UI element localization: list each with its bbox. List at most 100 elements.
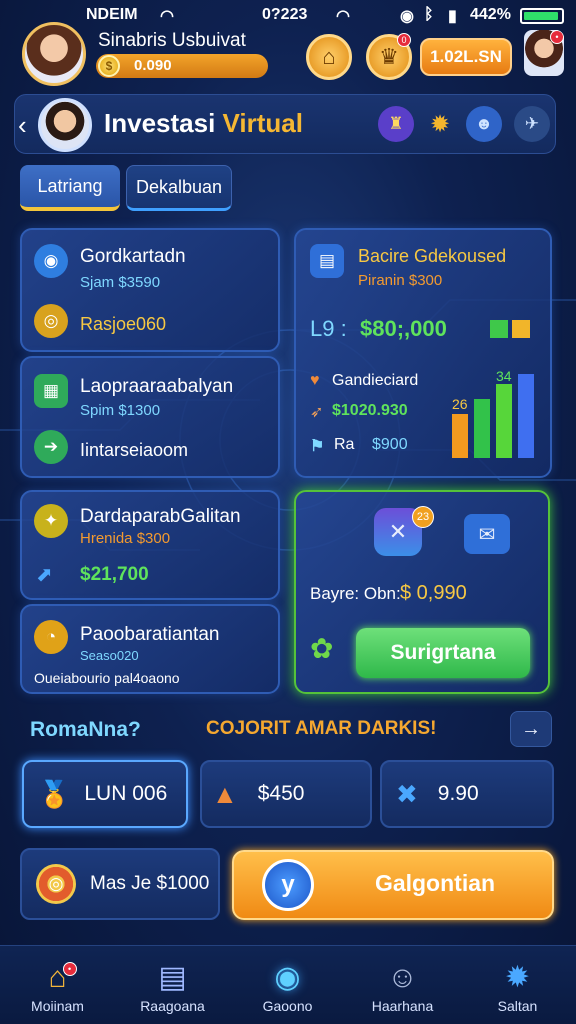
gear-icon: ✹	[429, 110, 451, 138]
section-left-label: RomaNna?	[30, 718, 141, 741]
rewards-button[interactable]: ♛ 0	[366, 33, 412, 80]
document-icon: ▤	[158, 961, 187, 994]
nav-home[interactable]: ⌂ • Moiinam	[0, 946, 115, 1024]
stat-value-3: 9.90	[437, 782, 479, 805]
action-value: $ 0,990	[400, 582, 467, 604]
shop-button[interactable]: ⌂	[306, 34, 352, 80]
nav-settings[interactable]: ✹ Saltan	[460, 946, 575, 1024]
arrow-circle-icon: ➔	[34, 430, 68, 464]
signal-icon: ◠	[336, 8, 350, 25]
investment-card-4[interactable]: ◔ Paoobaratiantan Seaso020 Oueiabourio p…	[20, 604, 280, 694]
investment-card-2[interactable]: ▦ Laopraaraabalyan Spim $1300 ➔ Iintarse…	[20, 356, 280, 478]
target-label: Mas Je $1000	[90, 873, 210, 894]
wrench-icon: ✖	[396, 778, 418, 809]
action-card[interactable]: ✕ 23 ✉ Bayre: Obn: $ 0,990 ✿ Surigrtana	[294, 490, 550, 694]
medal-icon: 🏅	[38, 778, 71, 809]
profile-icon: ☺	[387, 960, 418, 994]
action-label: Bayre: Obn:	[310, 584, 401, 603]
portfolio-title: Bacire Gdekoused	[358, 246, 507, 266]
compass-icon: ◉	[274, 961, 301, 994]
bluetooth-icon: ᛒ	[424, 6, 434, 23]
friend-badge-icon: •	[550, 30, 564, 44]
settings-button[interactable]: ✹	[422, 106, 458, 142]
investment-card-1[interactable]: ◉ Gordkartadn Sjam $3590 ◎ Rasjoe060	[20, 228, 280, 352]
sprout-icon: ✿	[310, 633, 334, 664]
portfolio-bar-chart	[452, 370, 542, 458]
home-badge-icon: •	[62, 961, 77, 976]
card-title: Gordkartadn	[80, 246, 186, 267]
cash-balance-button[interactable]: 1.02L.SN	[420, 38, 512, 76]
nav-label: Gaoono	[262, 997, 313, 1014]
card-subtitle: Spim $1300	[80, 402, 161, 419]
section-arrow-button[interactable]: →	[510, 711, 552, 747]
dashboard-icon: ▤	[310, 244, 344, 278]
clock-label: 0?223	[262, 6, 308, 23]
stat-card-2[interactable]: ▲ $450	[200, 760, 372, 828]
chart-icon: ▲	[212, 778, 238, 809]
nav-report[interactable]: ▤ Raagoana	[115, 946, 230, 1024]
friend-avatar[interactable]: •	[524, 30, 564, 76]
card-detail: Iintarseiaoom	[80, 440, 189, 460]
chart-bar	[518, 374, 534, 458]
tab-latriang[interactable]: Latriang	[20, 165, 120, 211]
legend-yellow-icon	[512, 320, 530, 338]
section-center-label: COJORIT AMAR DARKIS!	[206, 718, 437, 739]
nav-label: Moiinam	[31, 997, 84, 1014]
target-icon: ◎	[36, 864, 76, 904]
row-label-1: Gandieciard	[332, 372, 419, 389]
bank-icon: ⌂	[322, 44, 336, 69]
portfolio-value: $80;,000	[360, 316, 447, 341]
card-subtitle: Hrenida $300	[80, 530, 171, 547]
chart-bar	[452, 414, 468, 458]
share-button[interactable]: ✈	[514, 106, 550, 142]
primary-action-button[interactable]: y Galgontian	[232, 850, 554, 920]
row-label-3: Ra	[334, 436, 355, 453]
stat-value-2: $450	[257, 782, 305, 805]
card-subtitle: Seaso020	[80, 648, 139, 663]
alarm-icon: ◉	[400, 8, 414, 25]
carrier-label: NDEIM	[86, 6, 138, 23]
nav-label: Haarhana	[371, 997, 434, 1014]
chat-button[interactable]: ☻	[466, 106, 502, 142]
stat-value-1: LUN 006	[84, 782, 168, 805]
stat-card-1[interactable]: 🏅 LUN 006	[22, 760, 188, 828]
tab-dekalbuan[interactable]: Dekalbuan	[126, 165, 232, 211]
money-bag-icon: ♜	[388, 114, 404, 133]
chart-bar	[474, 399, 490, 458]
card-title: Paoobaratiantan	[80, 624, 220, 645]
nav-label: Raagoana	[140, 997, 205, 1014]
back-button[interactable]: ‹	[18, 110, 27, 141]
page-title-main: Investasi	[104, 108, 216, 138]
page-title-accent: Virtual	[222, 108, 303, 138]
plane-icon: ✈	[524, 114, 540, 133]
primary-action-label: Galgontian	[374, 870, 496, 896]
home-icon: ⌂ •	[48, 958, 77, 998]
vault-button[interactable]: ♜	[378, 106, 414, 142]
trophy-icon: ♛	[379, 44, 399, 69]
nav-profile[interactable]: ☺ Haarhana	[345, 946, 460, 1024]
cell-signal-icon: ▮	[448, 8, 457, 25]
stat-card-3[interactable]: ✖ 9.90	[380, 760, 554, 828]
globe-icon: ◉	[34, 244, 68, 278]
target-card[interactable]: ◎ Mas Je $1000	[20, 848, 220, 920]
message-icon: ✉	[464, 514, 510, 554]
notification-badge: 0	[397, 33, 411, 47]
card-detail: Rasjoe060	[80, 314, 167, 334]
calculator-icon: ▦	[34, 374, 68, 408]
advisor-avatar[interactable]	[38, 98, 92, 152]
portfolio-card[interactable]: ▤ Bacire Gdekoused Piranin $300 L9 : $80…	[294, 228, 552, 478]
nav-explore[interactable]: ◉ Gaoono	[230, 946, 345, 1024]
legend-green-icon	[490, 320, 508, 338]
submit-button[interactable]: Surigrtana	[356, 628, 530, 678]
status-bar: NDEIM ◠ 0?223 ◠ ◉ ᛒ ▮ 442%	[0, 0, 576, 30]
battery-percent: 442%	[470, 6, 511, 23]
investment-card-3[interactable]: ✦ DardaparabGalitan Hrenida $300 ⬈ $21,7…	[20, 490, 280, 600]
user-avatar[interactable]	[22, 22, 86, 86]
heart-icon: ♥	[310, 372, 320, 389]
card-subtitle: Sjam $3590	[80, 274, 161, 291]
username-label: Sinabris Usbuivat	[98, 30, 246, 51]
row-value-3: $900	[372, 436, 408, 453]
page-title: Investasi Virtual	[104, 108, 303, 139]
chart-up-icon: ⬈	[36, 564, 53, 586]
card-title: DardaparabGalitan	[80, 506, 241, 527]
